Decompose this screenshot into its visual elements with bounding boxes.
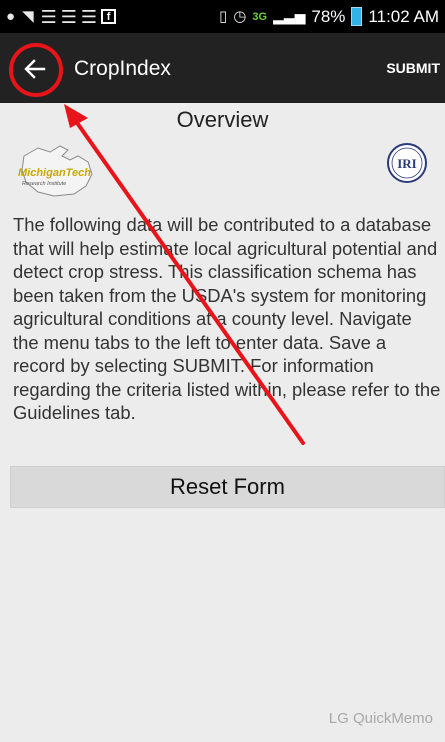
iri-logo: IRI bbox=[387, 143, 427, 183]
arrow-left-icon bbox=[24, 59, 46, 79]
menu-icon: ☰ bbox=[60, 6, 77, 27]
network-type: 3G bbox=[252, 10, 268, 23]
facebook-icon: f bbox=[101, 9, 117, 24]
michigan-tech-research-institute-logo: MichiganTech Research Institute bbox=[18, 145, 93, 197]
battery-icon bbox=[351, 7, 363, 26]
overview-description: The following data will be contributed t… bbox=[13, 214, 441, 423]
logo-left-subtext: Research Institute bbox=[22, 181, 66, 187]
mute-icon: ◥ bbox=[22, 8, 34, 25]
reset-form-button[interactable]: Reset Form bbox=[10, 466, 445, 508]
menu-icon: ☰ bbox=[40, 6, 57, 27]
submit-button[interactable]: SUBMIT bbox=[386, 60, 440, 76]
vibrate-icon: ▯ bbox=[219, 8, 228, 25]
battery-percent: 78% bbox=[311, 6, 346, 26]
watermark: LG QuickMemo bbox=[328, 710, 433, 727]
signal-icon: ▂▃▅ bbox=[273, 8, 306, 24]
status-bar-system: ▯ ◷ 3G ▂▃▅ 78% 11:02 AM bbox=[219, 7, 439, 27]
notification-icon: ● bbox=[6, 8, 16, 25]
alarm-icon: ◷ bbox=[233, 8, 247, 25]
logo-left-text: MichiganTech bbox=[18, 167, 91, 179]
menu-icon: ☰ bbox=[80, 6, 97, 27]
app-title: CropIndex bbox=[74, 57, 171, 80]
page-title: Overview bbox=[176, 107, 269, 132]
clock: 11:02 AM bbox=[368, 6, 439, 26]
status-bar: ● ◥ ☰ ☰ ☰ f ▯ ◷ 3G ▂▃▅ 78% 11:02 AM bbox=[0, 0, 445, 33]
status-bar-notifications: ● ◥ ☰ ☰ ☰ f bbox=[6, 6, 117, 27]
back-button[interactable] bbox=[13, 47, 57, 91]
logo-right-text: IRI bbox=[397, 156, 417, 171]
app-bar: CropIndex SUBMIT bbox=[0, 33, 445, 103]
